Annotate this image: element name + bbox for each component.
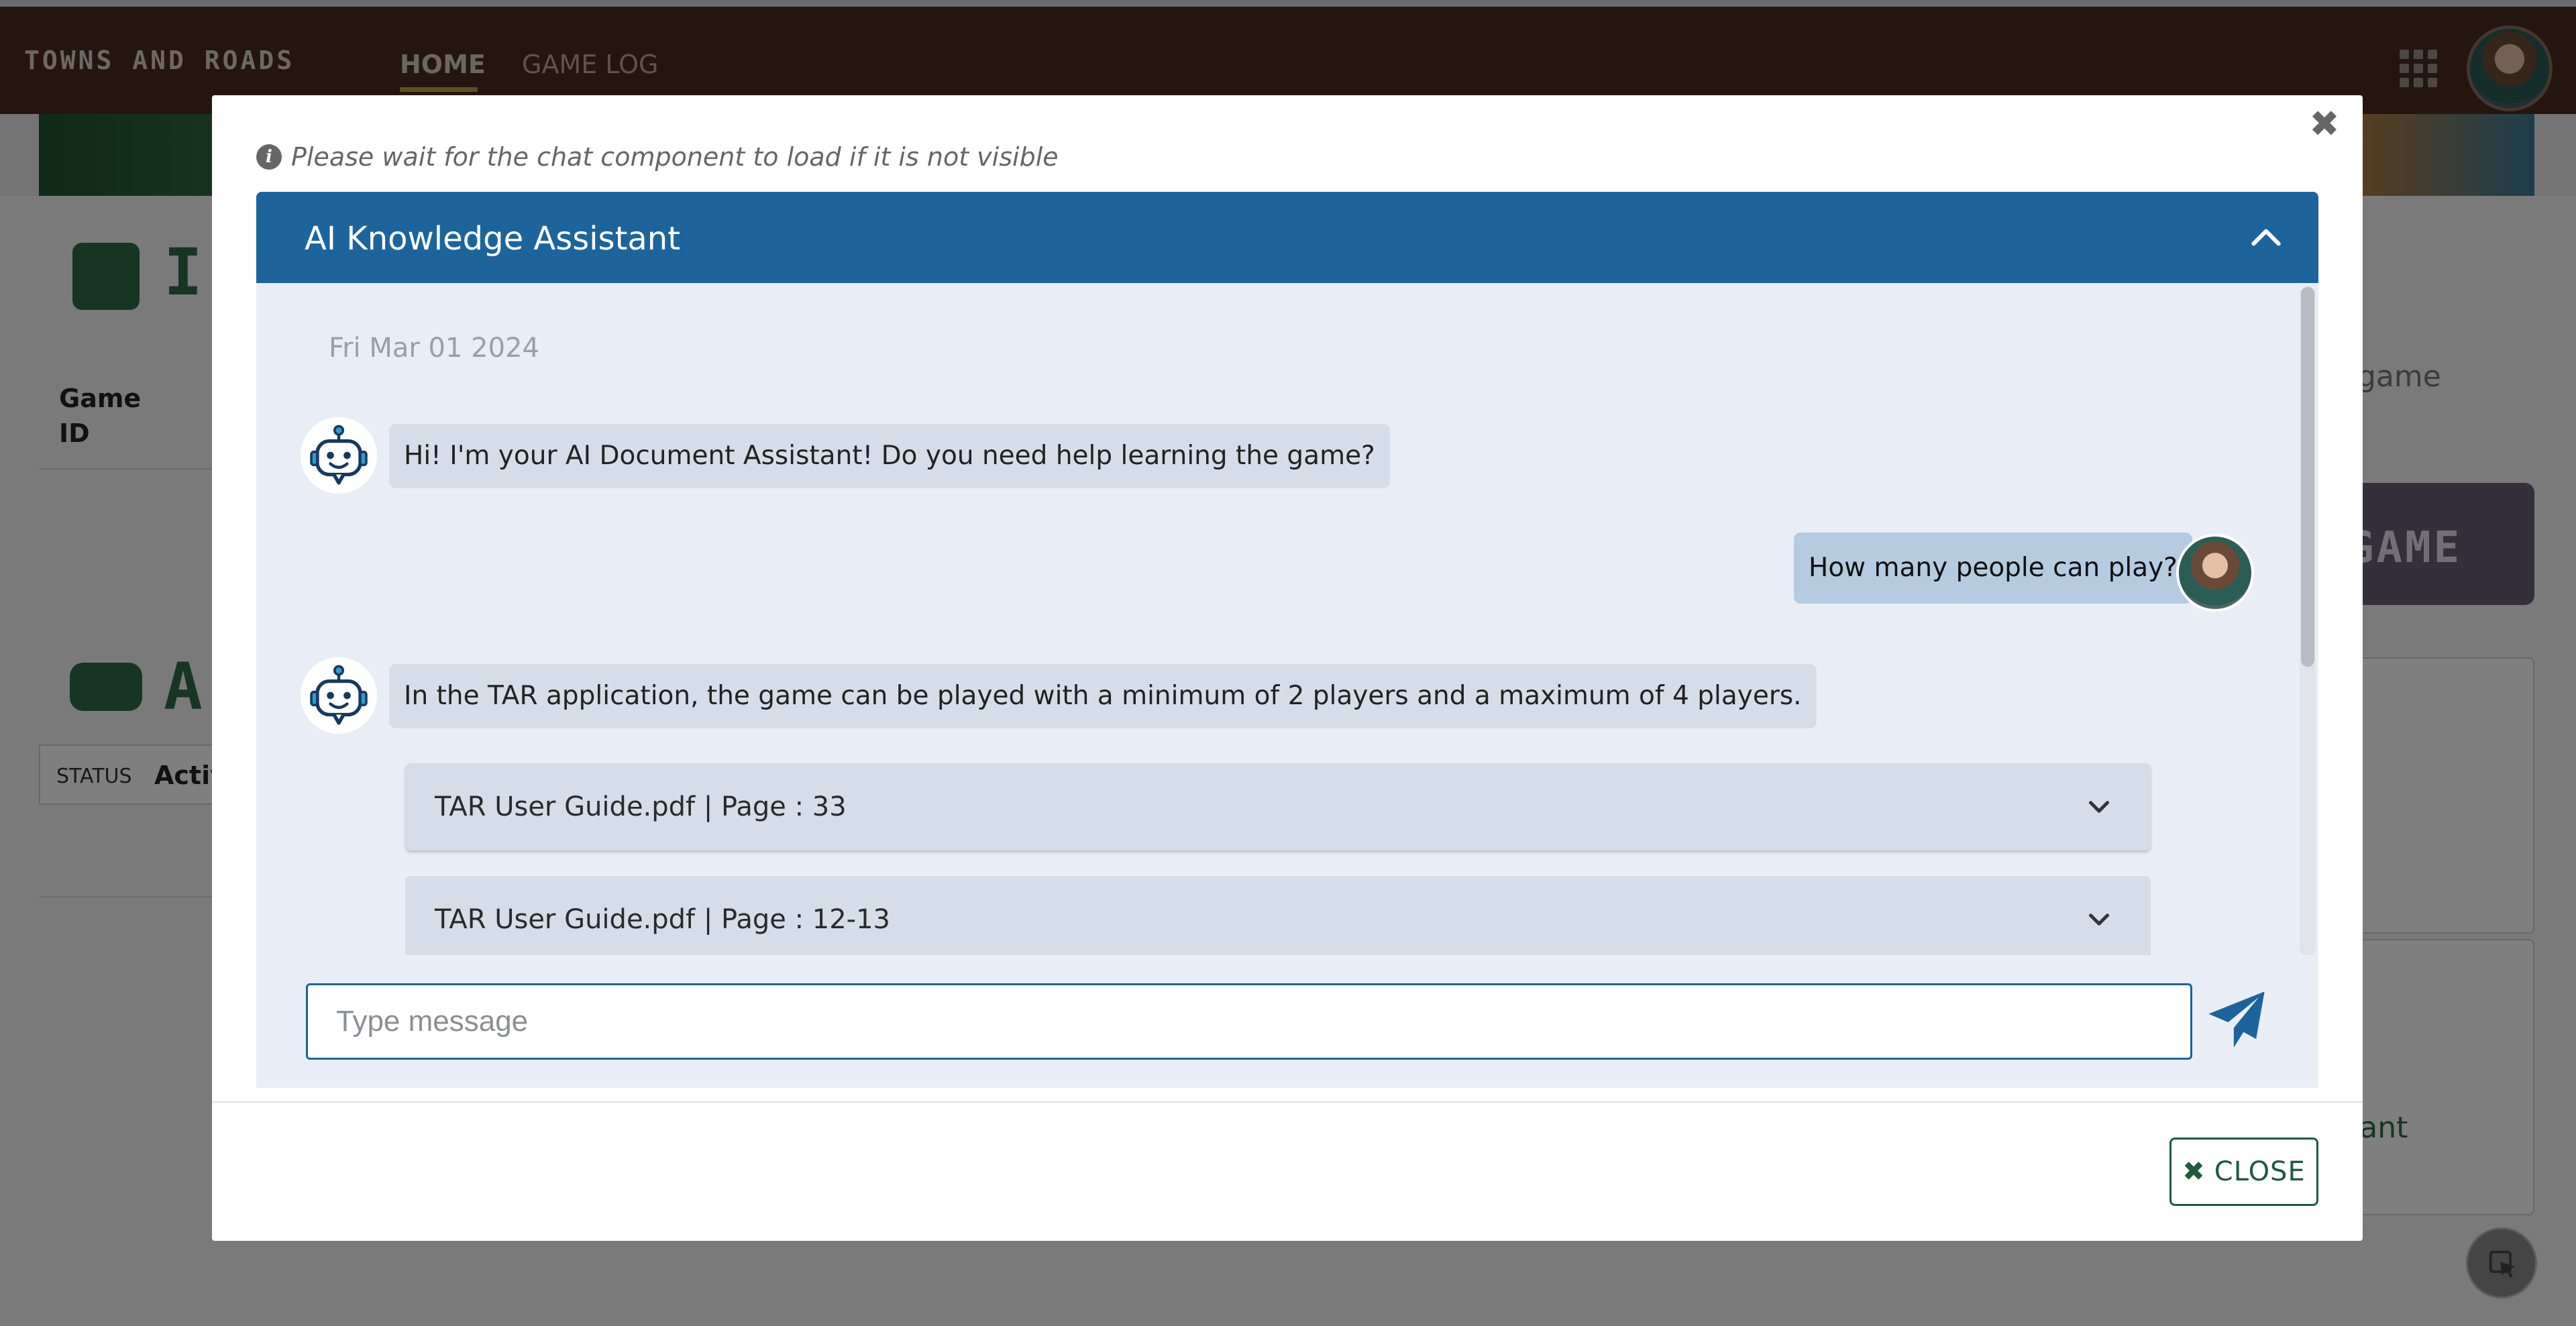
- bot-avatar: [301, 417, 377, 494]
- close-icon[interactable]: ✖: [2301, 101, 2348, 148]
- date-separator: Fri Mar 01 2024: [329, 333, 539, 364]
- send-icon[interactable]: [2203, 986, 2270, 1053]
- modal-footer-divider: [212, 1101, 2363, 1103]
- chat-title: AI Knowledge Assistant: [305, 220, 681, 258]
- chat-scrollbar-thumb[interactable]: [2301, 287, 2314, 667]
- bot-message: In the TAR application, the game can be …: [389, 664, 1817, 728]
- user-message-avatar: [2176, 534, 2254, 612]
- info-icon: i: [256, 144, 282, 170]
- close-button[interactable]: ✖ CLOSE: [2169, 1138, 2318, 1206]
- close-icon: ✖: [2182, 1156, 2205, 1187]
- robot-icon: [310, 665, 368, 725]
- chat-header[interactable]: AI Knowledge Assistant: [256, 192, 2318, 283]
- source-label: TAR User Guide.pdf | Page : 33: [435, 791, 847, 822]
- bot-message: Hi! I'm your AI Document Assistant! Do y…: [389, 424, 1390, 488]
- message-input[interactable]: [306, 983, 2192, 1060]
- close-button-label: CLOSE: [2214, 1156, 2306, 1187]
- source-label: TAR User Guide.pdf | Page : 12-13: [435, 904, 891, 935]
- source-accordion[interactable]: TAR User Guide.pdf | Page : 12-13: [405, 876, 2151, 955]
- chevron-down-icon[interactable]: [2082, 790, 2116, 824]
- user-message: How many people can play?: [1794, 533, 2192, 604]
- chevron-up-icon[interactable]: [2247, 219, 2285, 256]
- bot-avatar: [301, 657, 377, 734]
- robot-icon: [310, 425, 368, 485]
- chevron-down-icon[interactable]: [2082, 903, 2116, 936]
- loading-notice-text: Please wait for the chat component to lo…: [291, 142, 1059, 172]
- loading-notice: i Please wait for the chat component to …: [256, 138, 1059, 176]
- source-accordion[interactable]: TAR User Guide.pdf | Page : 33: [405, 763, 2151, 850]
